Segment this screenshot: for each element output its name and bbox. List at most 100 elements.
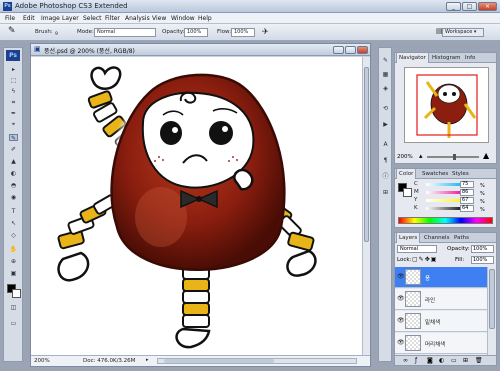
fx-icon[interactable]: ƒ — [415, 357, 417, 364]
zoom-level[interactable]: 200% — [34, 358, 50, 364]
new-layer-icon[interactable]: ⊞ — [463, 357, 468, 364]
lock-icons[interactable]: ▢✎✥▣ — [412, 256, 437, 263]
minimize-button[interactable]: _ — [446, 2, 461, 11]
menu-view[interactable]: View — [152, 15, 166, 22]
layers-scrollbar[interactable] — [487, 267, 496, 355]
eraser-tool-icon[interactable]: ▲ — [9, 158, 18, 165]
link-icon[interactable]: ∞ — [403, 357, 408, 364]
trash-icon[interactable]: 🗑 — [475, 357, 483, 364]
visibility-eye-icon[interactable]: 👁 — [397, 339, 405, 346]
eyedropper-tool-icon[interactable]: ⌖ — [9, 121, 18, 128]
horizontal-scrollbar[interactable] — [157, 358, 357, 364]
tab-channels[interactable]: Channels — [422, 233, 451, 243]
airbrush-icon[interactable]: ✈ — [262, 27, 269, 36]
menu-filter[interactable]: Filter — [105, 15, 120, 22]
brush-size[interactable]: 9 — [55, 32, 58, 37]
opacity-field[interactable]: 100% — [184, 28, 208, 37]
tab-layers[interactable]: Layers — [396, 233, 421, 243]
doc-minimize-button[interactable] — [333, 46, 344, 54]
color-background-swatch[interactable] — [403, 188, 412, 197]
vertical-scrollbar[interactable] — [362, 57, 370, 355]
gradient-tool-icon[interactable]: ◐ — [9, 170, 18, 177]
tab-navigator[interactable]: Navigator — [396, 53, 429, 63]
crop-tool-icon[interactable]: ✒ — [9, 110, 18, 117]
canvas[interactable] — [31, 57, 362, 355]
actions-icon[interactable]: ▶ — [381, 120, 390, 129]
flow-field[interactable]: 100% — [231, 28, 255, 37]
fill-field[interactable]: 100% — [471, 256, 494, 264]
zoom-out-icon[interactable]: ▴ — [419, 152, 423, 160]
zoom-tool-icon[interactable]: ⊕ — [9, 258, 18, 265]
visibility-eye-icon[interactable]: 👁 — [397, 295, 405, 302]
workspace-button[interactable]: Workspace ▾ — [442, 28, 484, 37]
navigator-zoom-slider[interactable] — [427, 154, 479, 160]
menu-analysis[interactable]: Analysis — [125, 15, 150, 22]
notes-tool-icon[interactable]: ▣ — [9, 270, 18, 277]
tab-paths[interactable]: Paths — [452, 233, 471, 243]
shape-tool-icon[interactable]: ◇ — [9, 232, 18, 239]
tab-histogram[interactable]: Histogram — [430, 53, 463, 63]
menu-window[interactable]: Window — [171, 15, 195, 22]
tab-swatches[interactable]: Swatches — [420, 169, 450, 179]
tab-styles[interactable]: Styles — [450, 169, 471, 179]
color-spectrum-bar[interactable] — [398, 217, 493, 224]
marquee-tool-icon[interactable]: ⬚ — [9, 77, 18, 84]
menu-help[interactable]: Help — [198, 15, 212, 22]
adjustment-icon[interactable]: ◐ — [439, 357, 444, 364]
tab-info[interactable]: Info — [463, 53, 477, 63]
layers-scroll-thumb[interactable] — [489, 269, 495, 329]
info-icon[interactable]: ⓘ — [381, 172, 390, 181]
layer-comps-icon[interactable]: ⊞ — [381, 188, 390, 197]
layer-row-selected[interactable]: 👁 풍 — [395, 267, 496, 288]
folder-icon[interactable]: ▭ — [451, 357, 457, 364]
clone-stamp-tool-icon[interactable]: ✐ — [9, 146, 18, 153]
layer-opacity-field[interactable]: 100% — [471, 245, 494, 253]
paragraph-icon[interactable]: ¶ — [381, 156, 390, 165]
mask-icon[interactable]: ◙ — [427, 357, 433, 364]
quick-mask-icon[interactable]: ◫ — [9, 304, 18, 311]
background-color-swatch[interactable] — [12, 289, 21, 298]
menu-file[interactable]: File — [5, 15, 15, 22]
scroll-thumb[interactable] — [364, 67, 369, 242]
mode-select[interactable]: Normal — [94, 28, 156, 37]
doc-maximize-button[interactable] — [345, 46, 356, 54]
tab-color[interactable]: Color — [396, 169, 417, 179]
layer-row[interactable]: 👁 머리채색 — [395, 333, 496, 354]
hand-tool-icon[interactable]: ✋ — [9, 246, 18, 253]
move-tool-icon[interactable]: ▸ — [9, 66, 18, 73]
history-icon[interactable]: ⟲ — [381, 104, 390, 113]
menu-edit[interactable]: Edit — [23, 15, 35, 22]
visibility-eye-icon[interactable]: 👁 — [397, 273, 405, 280]
character-icon[interactable]: A — [381, 140, 390, 149]
dodge-tool-icon[interactable]: ◓ — [9, 182, 18, 189]
screen-mode-icon[interactable]: ▭ — [9, 320, 18, 327]
pen-tool-icon[interactable]: ◉ — [9, 194, 18, 201]
tool-presets-icon[interactable]: ▦ — [381, 70, 390, 79]
type-tool-icon[interactable]: T — [9, 208, 18, 215]
blend-mode-select[interactable]: Normal — [397, 245, 437, 253]
navigator-zoom[interactable]: 200% — [397, 154, 413, 160]
status-arrow-icon[interactable]: ▸ — [146, 357, 149, 363]
zoom-in-icon[interactable]: ▲ — [483, 151, 489, 160]
navigator-preview[interactable] — [404, 67, 489, 143]
lasso-tool-icon[interactable]: ϟ — [9, 88, 18, 95]
doc-close-button[interactable] — [357, 46, 368, 54]
horizontal-scroll-thumb[interactable] — [164, 359, 274, 363]
brush-tool-icon[interactable]: ✎ — [9, 134, 18, 142]
zoom-slider-thumb[interactable] — [453, 154, 456, 160]
brush-tool-icon[interactable]: ✎ — [8, 26, 16, 36]
menu-image[interactable]: Image — [41, 15, 60, 22]
layer-row[interactable]: 👁 라인 — [395, 289, 496, 310]
clone-source-icon[interactable]: ◈ — [381, 84, 390, 93]
visibility-eye-icon[interactable]: 👁 — [397, 317, 405, 324]
maximize-button[interactable]: □ — [462, 2, 477, 11]
layer-row[interactable]: 👁 밑채색 — [395, 311, 496, 332]
options-bar: ✎ Brush: 9 Mode: Normal Opacity: 100% Fl… — [0, 24, 500, 41]
path-selection-tool-icon[interactable]: ↖ — [9, 220, 18, 227]
menu-layer[interactable]: Layer — [62, 15, 79, 22]
close-button[interactable]: × — [478, 2, 497, 11]
layer-thumbnail — [405, 335, 421, 351]
magic-wand-tool-icon[interactable]: ⌗ — [9, 99, 18, 106]
brushes-panel-icon[interactable]: ✎ — [381, 56, 390, 65]
menu-select[interactable]: Select — [83, 15, 102, 22]
